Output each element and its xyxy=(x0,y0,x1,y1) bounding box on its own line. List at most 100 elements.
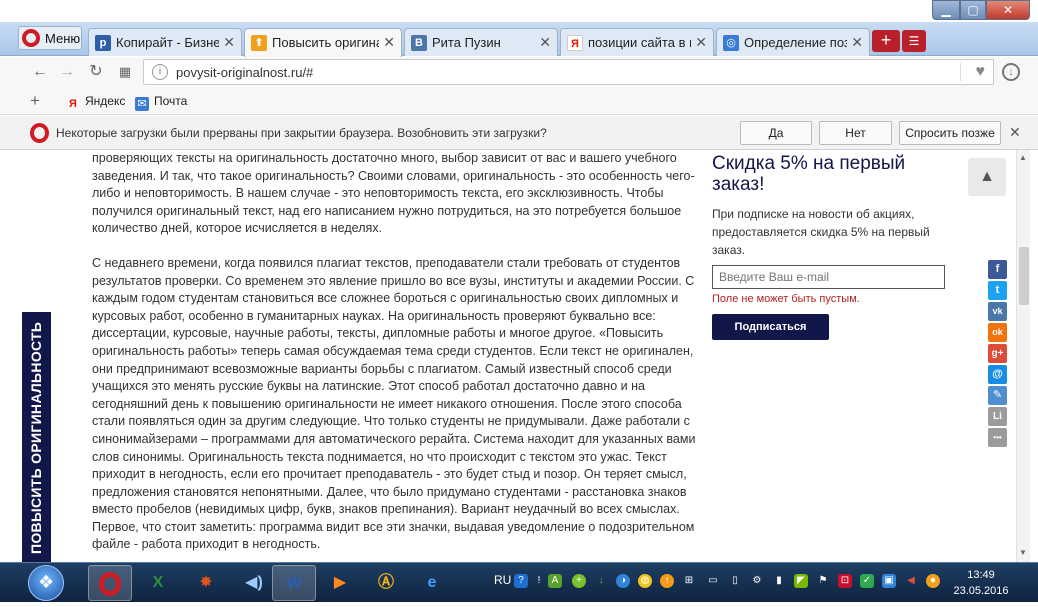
scroll-down-icon[interactable]: ▼ xyxy=(1019,548,1027,557)
tab-povysit-originalnost[interactable]: ⬆ Повысить оригинальн ✕ xyxy=(244,28,402,57)
start-button[interactable]: ❖ xyxy=(28,565,64,601)
article-text: проверяющих тексты на оригинальность дос… xyxy=(92,150,698,562)
scrollbar-thumb[interactable] xyxy=(1019,247,1029,305)
play-icon: ▶ xyxy=(333,574,347,591)
bookmark-pochta[interactable]: ✉ Почта xyxy=(135,94,187,111)
ask-later-button[interactable]: Спросить позже xyxy=(899,121,1001,145)
close-tab-icon[interactable]: ✕ xyxy=(539,34,551,51)
url-text[interactable]: povysit-originalnost.ru/# xyxy=(176,65,313,80)
windows-grid-icon[interactable]: ⊞ xyxy=(682,574,696,588)
liveinternet-icon[interactable]: Li xyxy=(988,407,1007,426)
more-icon[interactable]: ••• xyxy=(988,428,1007,447)
tray-usb-icon[interactable]: ▮ xyxy=(772,574,786,588)
tray-device-icon[interactable]: ▯ xyxy=(728,574,742,588)
close-window-button[interactable]: ✕ xyxy=(986,0,1030,20)
minimize-window-button[interactable]: ▁ xyxy=(932,0,960,20)
downloads-icon[interactable]: ↓ xyxy=(1002,63,1020,81)
add-bookmark-icon[interactable]: + xyxy=(30,91,40,111)
address-bar[interactable]: i povysit-originalnost.ru/# ♥ xyxy=(143,59,994,85)
tab-yandex-search[interactable]: Я позиции сайта в поис ✕ xyxy=(560,28,714,56)
bookmark-label: Яндекс xyxy=(85,94,126,108)
taskbar-audio[interactable]: ◀) xyxy=(232,565,276,601)
no-button[interactable]: Нет xyxy=(819,121,892,145)
email-error-message: Поле не может быть пустым. xyxy=(712,293,860,305)
pdf-icon[interactable]: ⊡ xyxy=(838,574,852,588)
opera-logo-icon xyxy=(30,123,49,143)
tray-security-icon[interactable]: ✓ xyxy=(860,574,874,588)
taskbar-media-player[interactable]: ▶ xyxy=(318,565,362,601)
tray-plus-icon[interactable]: + xyxy=(572,574,586,588)
volume-icon[interactable]: ◀ xyxy=(904,574,918,588)
excel-icon: X xyxy=(152,574,164,591)
bookmark-yandex[interactable]: Я Яндекс xyxy=(66,94,125,111)
taskbar-word[interactable]: W xyxy=(272,565,316,601)
chrome-icon[interactable]: ◍ xyxy=(638,574,652,588)
scroll-to-top-arrow-icon[interactable]: ▲ xyxy=(968,158,1006,196)
tab-rita-puzin[interactable]: В Рита Пузин ✕ xyxy=(404,28,558,56)
tray-display-icon[interactable]: ▣ xyxy=(882,574,896,588)
opera-icon xyxy=(99,571,121,596)
taskbar-opera[interactable] xyxy=(88,565,132,601)
mail-icon[interactable]: @ xyxy=(988,365,1007,384)
discount-heading: Скидка 5% на первый заказ! xyxy=(712,153,906,195)
vk-favicon-icon: В xyxy=(411,35,427,51)
taskbar-app-a[interactable]: Ⓐ xyxy=(364,565,408,601)
nvidia-icon[interactable]: ◤ xyxy=(794,574,808,588)
address-divider xyxy=(960,63,961,81)
window-top-edge xyxy=(0,0,1038,22)
action-center-flag-icon[interactable]: ⚑ xyxy=(816,574,830,588)
close-tab-icon[interactable]: ✕ xyxy=(695,34,707,51)
back-arrow-icon[interactable]: ← xyxy=(30,62,50,82)
google-plus-icon[interactable]: g+ xyxy=(988,344,1007,363)
maximize-window-button[interactable]: ▢ xyxy=(960,0,986,20)
tray-network-icon[interactable]: ◑ xyxy=(616,574,630,588)
tray-exclamation-icon[interactable]: ! xyxy=(532,574,546,588)
vk-icon[interactable]: vk xyxy=(988,302,1007,321)
tray-upload-icon[interactable]: ↑ xyxy=(660,574,674,588)
system-clock[interactable]: 13:49 23.05.2016 xyxy=(936,567,1026,599)
article-paragraph: проверяющих тексты на оригинальность дос… xyxy=(92,151,695,236)
taskbar-burning-app[interactable]: ✸ xyxy=(184,565,228,601)
twitter-icon[interactable]: t xyxy=(988,281,1007,300)
tray-app-a-icon[interactable]: A xyxy=(548,574,562,588)
facebook-icon[interactable]: f xyxy=(988,260,1007,279)
email-field[interactable] xyxy=(712,265,945,289)
forward-arrow-icon[interactable]: → xyxy=(57,62,77,82)
tab-kopirayt[interactable]: p Копирайт - БизнесПл ✕ xyxy=(88,28,242,56)
livejournal-icon[interactable]: ✎ xyxy=(988,386,1007,405)
language-indicator[interactable]: RU xyxy=(494,573,511,587)
yandex-favicon-icon: Я xyxy=(567,35,583,51)
windows-logo-icon: ❖ xyxy=(38,572,55,592)
close-infobar-icon[interactable]: ✕ xyxy=(1009,124,1021,141)
opera-menu-button[interactable]: Меню xyxy=(18,26,82,50)
subscribe-button[interactable]: Подписаться xyxy=(712,314,829,340)
reload-icon[interactable]: ↻ xyxy=(86,62,106,82)
taskbar-internet-explorer[interactable]: e xyxy=(410,565,454,601)
site-favicon-icon: ◎ xyxy=(723,35,739,51)
site-info-icon[interactable]: i xyxy=(152,64,168,80)
tab-strip: Меню p Копирайт - БизнесПл ✕ ⬆ Повысить … xyxy=(0,22,1038,57)
new-tab-button[interactable]: + xyxy=(872,30,900,52)
tab-title: позиции сайта в поис xyxy=(588,35,691,50)
letter-a-icon: Ⓐ xyxy=(377,574,394,591)
mail-envelope-icon: ✉ xyxy=(135,97,149,111)
tab-menu-icon[interactable]: ☰ xyxy=(902,30,926,52)
close-tab-icon[interactable]: ✕ xyxy=(223,34,235,51)
page-scrollbar[interactable]: ▲ ▼ xyxy=(1016,150,1030,562)
side-tab-povysit-originalnost[interactable]: ПОВЫСИТЬ ОРИГИНАЛЬНОСТЬ xyxy=(22,312,51,562)
close-tab-icon[interactable]: ✕ xyxy=(851,34,863,51)
close-tab-icon[interactable]: ✕ xyxy=(383,34,395,51)
tray-download-icon[interactable]: ↓ xyxy=(594,574,608,588)
tab-opredelenie-pozicii[interactable]: ◎ Определение позици ✕ xyxy=(716,28,870,56)
tray-gear-icon[interactable]: ⚙ xyxy=(750,574,764,588)
taskbar-excel[interactable]: X xyxy=(136,565,180,601)
heart-bookmark-icon[interactable]: ♥ xyxy=(976,63,986,81)
scroll-up-icon[interactable]: ▲ xyxy=(1019,153,1027,162)
odnoklassniki-icon[interactable]: ok xyxy=(988,323,1007,342)
help-icon[interactable]: ? xyxy=(514,574,528,588)
tray-monitor-icon[interactable]: ▭ xyxy=(706,574,720,588)
site-favicon-icon: ⬆ xyxy=(251,35,267,51)
yes-button[interactable]: Да xyxy=(740,121,812,145)
speed-dial-grid-icon[interactable]: ▦ xyxy=(115,62,135,82)
tab-title: Рита Пузин xyxy=(432,35,501,50)
